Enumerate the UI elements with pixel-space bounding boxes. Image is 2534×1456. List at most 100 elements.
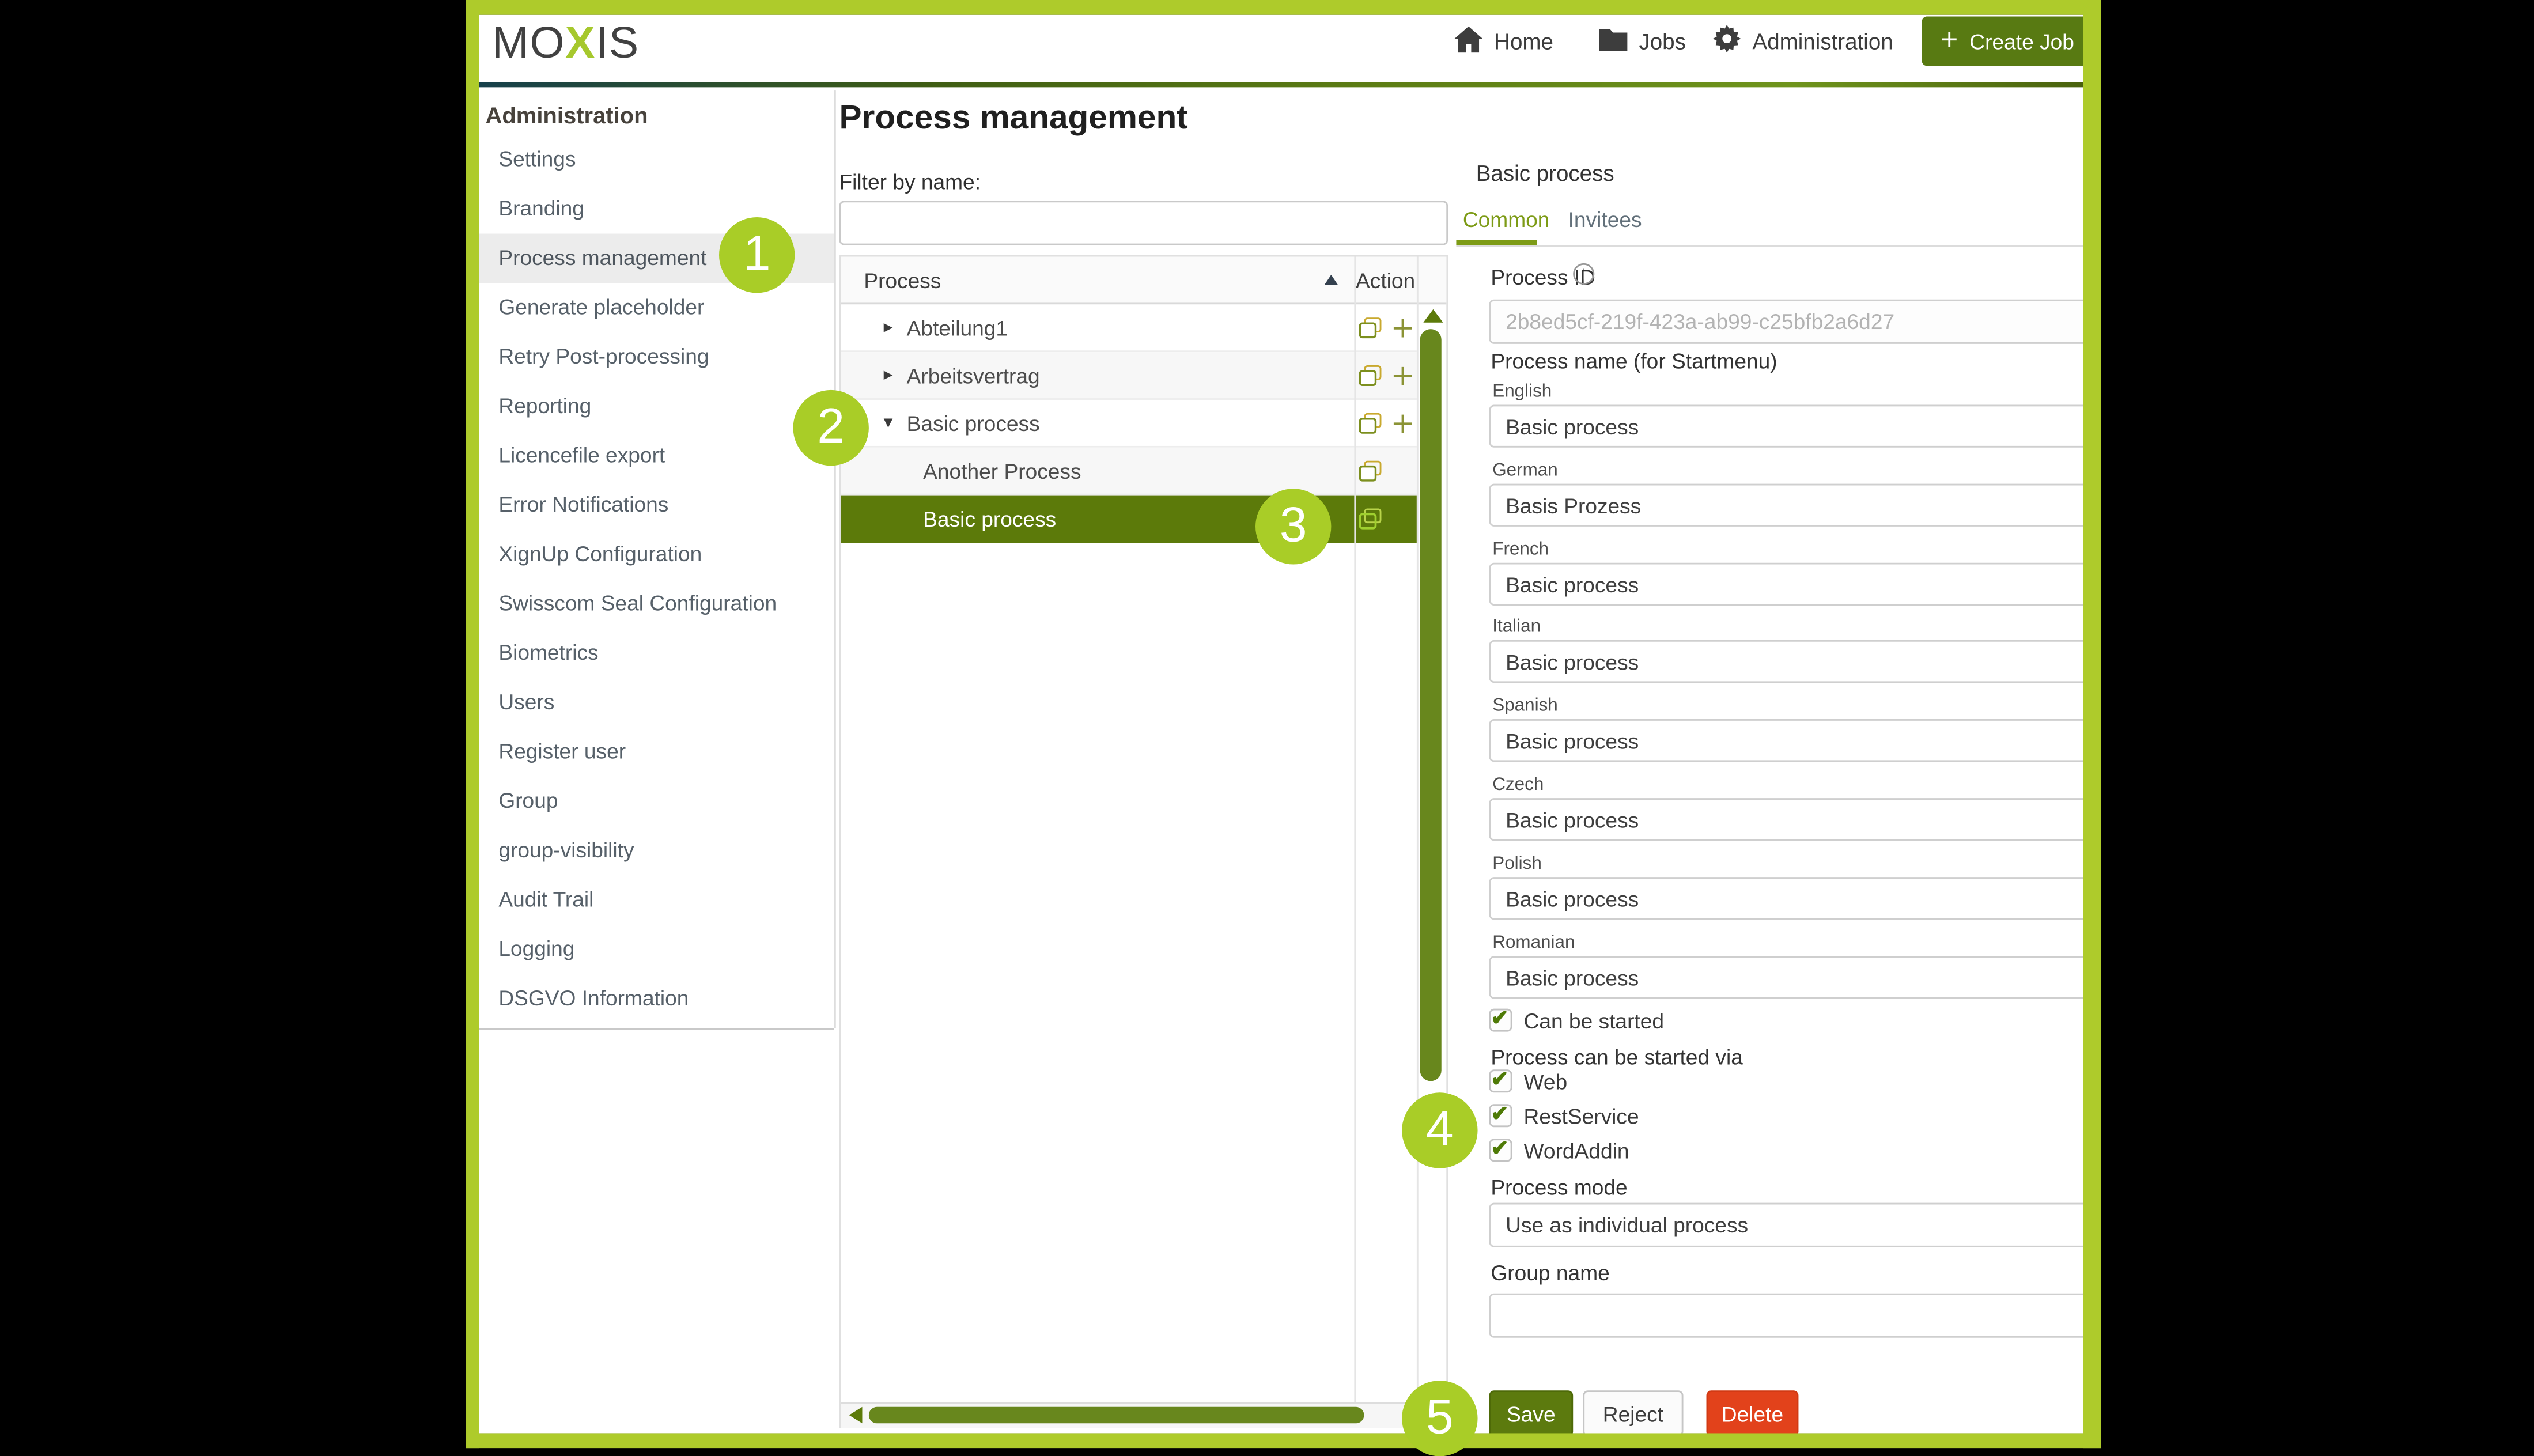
group-name-label: Group name <box>1491 1261 1609 1285</box>
process-table: Process Action ▸ Abteilung1 ▸ Arbeitsver… <box>839 255 1448 1428</box>
sidebar-item-swisscom-seal-configuration[interactable]: Swisscom Seal Configuration <box>479 579 834 629</box>
can-be-started-checkbox[interactable]: ✔ <box>1489 1009 1512 1032</box>
process-mode-select[interactable]: Use as individual process <box>1489 1203 2083 1247</box>
copy-icon[interactable] <box>1359 317 1382 339</box>
copy-icon[interactable] <box>1359 413 1382 434</box>
language-label-german: German <box>1492 461 1558 481</box>
process-name-french-field[interactable]: Basic process <box>1489 563 2083 606</box>
tab-divider <box>1456 245 2083 247</box>
create-job-label: Create Job <box>1969 29 2074 54</box>
sidebar-item-error-notifications[interactable]: Error Notifications <box>479 481 834 530</box>
annotation-badge-5: 5 <box>1402 1381 1477 1456</box>
create-job-button[interactable]: + Create Job <box>1922 17 2083 66</box>
copy-icon[interactable] <box>1359 461 1382 482</box>
add-subprocess-icon[interactable] <box>1392 317 1413 339</box>
reject-button[interactable]: Reject <box>1583 1390 1683 1433</box>
expand-collapsed-icon[interactable]: ▸ <box>884 352 893 400</box>
sidebar-item-generate-placeholder[interactable]: Generate placeholder <box>479 283 834 332</box>
sidebar-item-reporting[interactable]: Reporting <box>479 382 834 432</box>
sidebar-item-logging[interactable]: Logging <box>479 925 834 974</box>
wordaddin-checkbox[interactable]: ✔ <box>1489 1139 1512 1162</box>
nav-item-jobs[interactable]: Jobs <box>1599 23 1686 59</box>
restservice-label: RestService <box>1524 1104 1639 1129</box>
column-header-action: Action <box>1354 257 1417 305</box>
add-subprocess-icon[interactable] <box>1392 413 1413 434</box>
frame-border-right <box>2083 0 2101 1448</box>
nav-item-label: Home <box>1494 29 1553 54</box>
sidebar-item-users[interactable]: Users <box>479 678 834 728</box>
expand-expanded-icon[interactable]: ▾ <box>884 400 893 448</box>
process-name: Basic process <box>923 496 1056 543</box>
copy-icon[interactable] <box>1359 365 1382 387</box>
info-icon[interactable]: i <box>1573 263 1594 285</box>
language-label-english: English <box>1492 382 1552 402</box>
process-name-german-field[interactable]: Basis Prozess <box>1489 484 2083 527</box>
checkmark-icon: ✔ <box>1491 1101 1510 1128</box>
sidebar-item-audit-trail[interactable]: Audit Trail <box>479 875 834 925</box>
table-row-basic-process[interactable]: ▾ Basic process <box>841 400 1417 448</box>
scroll-up-icon[interactable] <box>1423 309 1443 323</box>
process-name: Another Process <box>923 448 1081 496</box>
tab-common[interactable]: Common <box>1463 207 1550 232</box>
column-divider <box>1417 257 1419 1402</box>
filter-by-name-input[interactable] <box>839 201 1448 245</box>
frame-border-top <box>466 0 2101 15</box>
sidebar-title: Administration <box>485 96 831 135</box>
sidebar-item-biometrics[interactable]: Biometrics <box>479 629 834 678</box>
sidebar-item-group[interactable]: Group <box>479 777 834 826</box>
language-label-polish: Polish <box>1492 854 1542 873</box>
language-label-spanish: Spanish <box>1492 696 1558 716</box>
web-checkbox[interactable]: ✔ <box>1489 1069 1512 1092</box>
language-label-italian: Italian <box>1492 617 1541 637</box>
nav-item-label: Administration <box>1752 29 1893 54</box>
process-name-czech-field[interactable]: Basic process <box>1489 798 2083 841</box>
active-tab-underline <box>1456 240 1537 245</box>
process-name: Basic process <box>907 400 1040 448</box>
process-name-spanish-field[interactable]: Basic process <box>1489 719 2083 762</box>
add-subprocess-icon[interactable] <box>1392 365 1413 387</box>
copy-icon[interactable] <box>1359 508 1382 530</box>
process-name-polish-field[interactable]: Basic process <box>1489 877 2083 920</box>
sidebar-bottom-divider <box>479 1028 834 1030</box>
process-name-romanian-field[interactable]: Basic process <box>1489 956 2083 999</box>
annotation-badge-3: 3 <box>1255 489 1331 564</box>
sidebar-item-xignup-configuration[interactable]: XignUp Configuration <box>479 530 834 580</box>
process-id-field[interactable]: 2b8ed5cf-219f-423a-ab99-c25bfb2a6d27 <box>1489 300 2083 344</box>
table-row-arbeitsvertrag[interactable]: ▸ Arbeitsvertrag <box>841 352 1417 400</box>
expand-collapsed-icon[interactable]: ▸ <box>884 304 893 352</box>
process-name-english-field[interactable]: Basic process <box>1489 405 2083 448</box>
scroll-left-icon[interactable] <box>849 1407 863 1424</box>
sidebar-item-settings[interactable]: Settings <box>479 135 834 184</box>
annotation-badge-2: 2 <box>793 390 869 466</box>
checkmark-icon: ✔ <box>1491 1005 1510 1032</box>
table-row-another-process[interactable]: Another Process <box>841 448 1417 496</box>
sidebar-item-register-user[interactable]: Register user <box>479 727 834 777</box>
nav-item-administration[interactable]: Administration <box>1713 23 1893 59</box>
column-header-process[interactable]: Process <box>864 257 941 305</box>
sidebar-item-retry-post-processing[interactable]: Retry Post-processing <box>479 332 834 382</box>
logo-x-icon: X <box>565 18 596 67</box>
sort-ascending-icon[interactable] <box>1325 275 1338 285</box>
logo-text: IS <box>596 18 640 67</box>
vertical-scrollbar-thumb[interactable] <box>1420 329 1442 1081</box>
save-button[interactable]: Save <box>1489 1390 1574 1433</box>
sidebar-item-dsgvo-information[interactable]: DSGVO Information <box>479 974 834 1024</box>
frame-border-left <box>466 0 479 1448</box>
language-label-romanian: Romanian <box>1492 933 1575 952</box>
table-row-abteilung1[interactable]: ▸ Abteilung1 <box>841 304 1417 352</box>
started-via-section-label: Process can be started via <box>1491 1045 1743 1069</box>
screenshot-stage: MOXIS Home Jobs Administration + Create … <box>0 0 2534 1448</box>
nav-item-home[interactable]: Home <box>1455 23 1553 59</box>
process-name-italian-field[interactable]: Basic process <box>1489 640 2083 683</box>
sidebar-item-licencefile-export[interactable]: Licencefile export <box>479 431 834 481</box>
horizontal-scrollbar-thumb[interactable] <box>869 1407 1364 1424</box>
nav-item-label: Jobs <box>1639 29 1685 54</box>
restservice-checkbox[interactable]: ✔ <box>1489 1104 1512 1127</box>
page-title: Process management <box>839 99 1187 138</box>
sidebar-item-group-visibility[interactable]: group-visibility <box>479 826 834 876</box>
plus-icon: + <box>1941 25 1958 54</box>
group-name-field[interactable] <box>1489 1294 2083 1338</box>
tab-invitees[interactable]: Invitees <box>1568 207 1642 232</box>
delete-button[interactable]: Delete <box>1707 1390 1799 1433</box>
annotation-badge-4: 4 <box>1402 1092 1477 1168</box>
